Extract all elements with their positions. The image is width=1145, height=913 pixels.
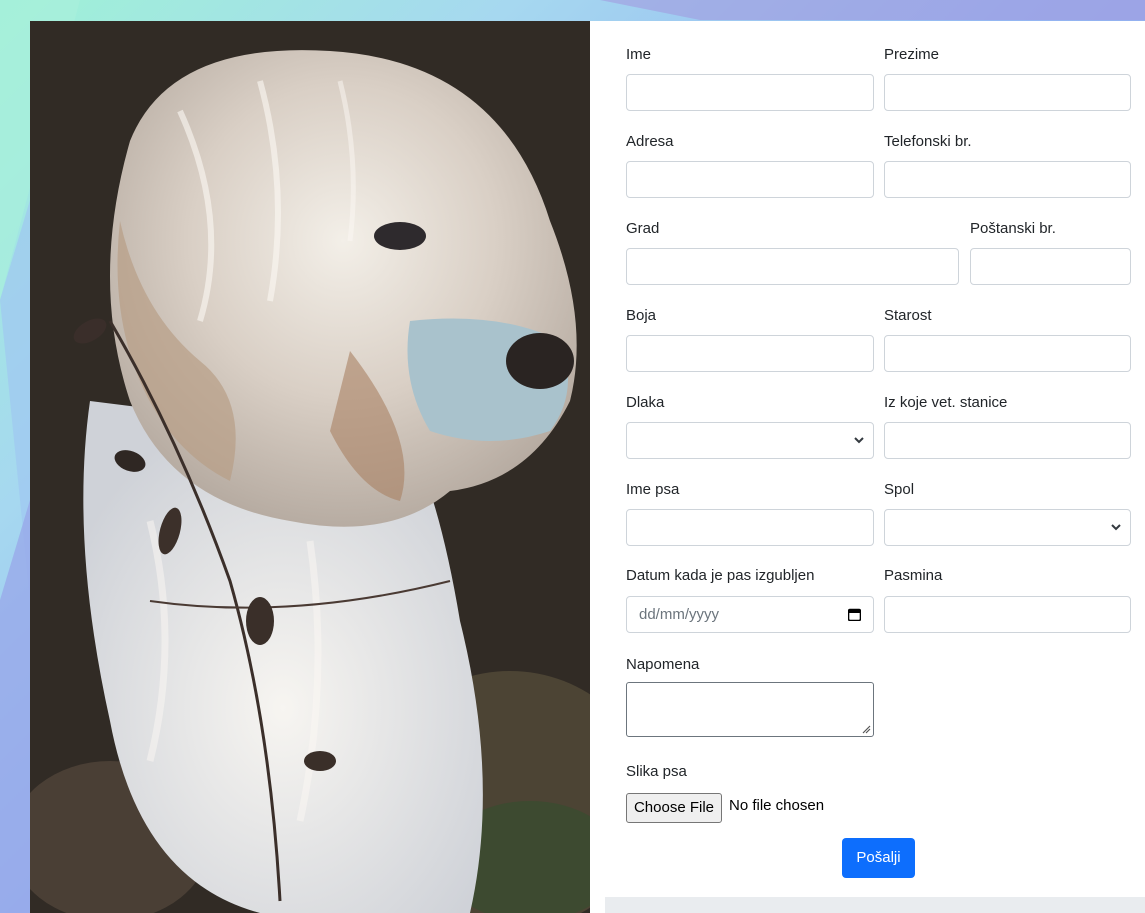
prezime-label: Prezime [884, 46, 940, 63]
pasmina-label: Pasmina [884, 567, 943, 584]
datum-placeholder: dd/mm/yyyy [639, 606, 720, 623]
file-status: No file chosen [729, 797, 825, 814]
ime-psa-label: Ime psa [626, 481, 680, 498]
choose-file-button[interactable]: Choose File [626, 793, 722, 823]
vet-stanica-input[interactable] [884, 422, 1131, 459]
spol-label: Spol [884, 481, 915, 498]
grad-input[interactable] [626, 248, 959, 285]
slika-label: Slika psa [626, 763, 687, 780]
dog-photo [30, 21, 590, 913]
resize-handle-icon[interactable] [861, 724, 871, 734]
napomena-label: Napomena [626, 656, 700, 673]
telefon-input[interactable] [884, 161, 1131, 198]
telefon-label: Telefonski br. [884, 133, 972, 150]
submit-button[interactable]: Pošalji [842, 838, 915, 878]
boja-label: Boja [626, 307, 657, 324]
datum-input[interactable]: dd/mm/yyyy [626, 596, 874, 633]
datum-label: Datum kada je pas izgubljen [626, 567, 815, 584]
starost-label: Starost [884, 307, 932, 324]
vet-stanica-label: Iz koje vet. stanice [884, 394, 1008, 411]
postanski-input[interactable] [970, 248, 1131, 285]
footer-strip [605, 897, 1145, 913]
chevron-down-icon [1111, 524, 1121, 531]
adresa-label: Adresa [626, 133, 674, 150]
ime-psa-input[interactable] [626, 509, 874, 546]
chevron-down-icon [854, 437, 864, 444]
prezime-input[interactable] [884, 74, 1131, 111]
napomena-textarea[interactable] [626, 682, 874, 737]
grad-label: Grad [626, 220, 660, 237]
adresa-input[interactable] [626, 161, 874, 198]
ime-label: Ime [626, 46, 652, 63]
ime-input[interactable] [626, 74, 874, 111]
boja-input[interactable] [626, 335, 874, 372]
starost-input[interactable] [884, 335, 1131, 372]
pasmina-input[interactable] [884, 596, 1131, 633]
calendar-icon[interactable] [848, 608, 861, 621]
dlaka-select[interactable] [626, 422, 874, 459]
postanski-label: Poštanski br. [970, 220, 1056, 237]
spol-select[interactable] [884, 509, 1131, 546]
dlaka-label: Dlaka [626, 394, 665, 411]
